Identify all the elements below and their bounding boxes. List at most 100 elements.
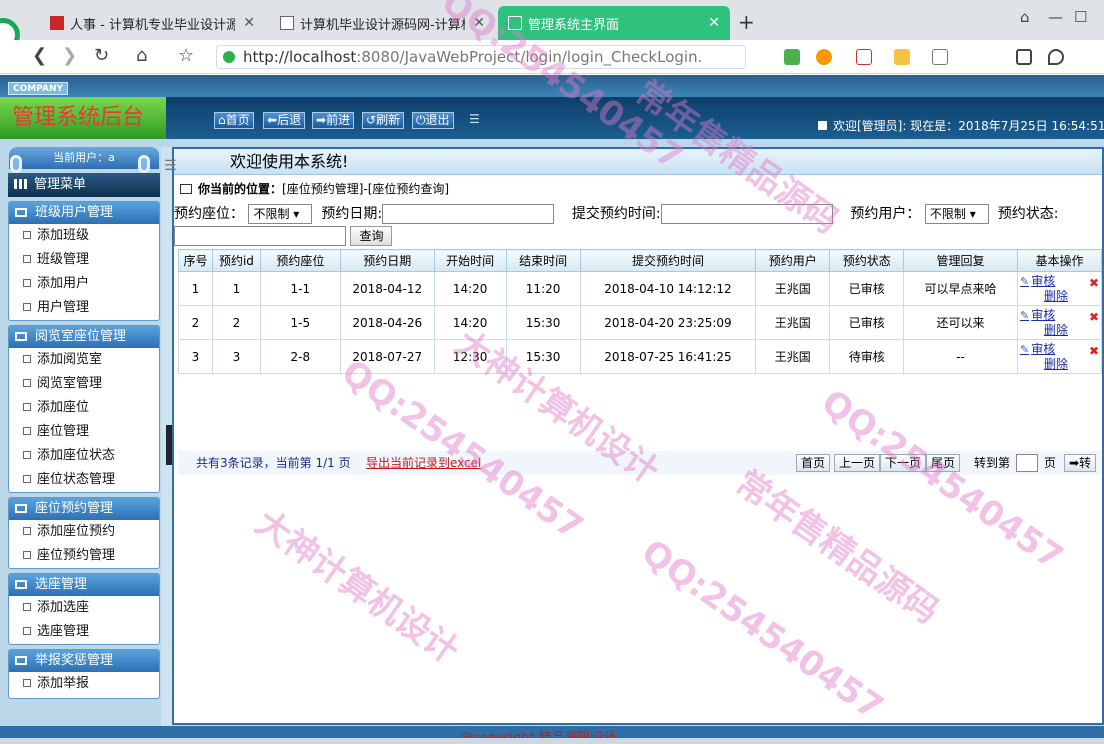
date-input[interactable]: [382, 204, 555, 224]
bullet-icon: [23, 231, 31, 239]
cell: 2018-04-12: [339, 271, 435, 306]
next-page-button[interactable]: 下一页: [880, 454, 927, 472]
minimize-icon[interactable]: —: [1048, 8, 1063, 26]
pin-icon: [138, 155, 150, 173]
menu-item-add-seat[interactable]: 添加座位: [9, 396, 159, 420]
search-form: 预约座位： 不限制 ▾ 预约日期: 提交预约时间: 预约用户： 不限制 ▾ 预约…: [174, 203, 1102, 246]
shirt-icon[interactable]: ⌂: [1020, 8, 1030, 26]
bullet-icon: [23, 255, 31, 263]
browser-tab-active[interactable]: 管理系统主界面 ✕: [498, 6, 730, 40]
reload-icon[interactable]: ↻: [94, 45, 109, 66]
prev-page-button[interactable]: 上一页: [834, 454, 881, 472]
back-icon[interactable]: ❮: [32, 45, 47, 66]
menu-icon[interactable]: [1016, 49, 1032, 65]
menu-item-add-booking[interactable]: 添加座位预约: [9, 520, 159, 544]
close-icon[interactable]: ✕: [473, 15, 485, 31]
status-input[interactable]: [174, 226, 346, 246]
menu-item-add-room[interactable]: 添加阅览室: [9, 348, 159, 372]
goto-page-input[interactable]: [1016, 454, 1038, 472]
menu-item-seat-status-manage[interactable]: 座位状态管理: [9, 468, 159, 492]
menu-group-header[interactable]: 选座管理: [9, 574, 159, 596]
close-icon[interactable]: ✕: [708, 15, 720, 31]
cell: 15:30: [505, 339, 581, 374]
col-header: 预约座位: [259, 249, 341, 272]
pin-icon: [10, 155, 22, 173]
cell: 可以早点来哈: [903, 271, 1018, 306]
delete-link[interactable]: 删除: [1020, 357, 1101, 371]
breadcrumb: 你当前的位置：[座位预约管理]-[座位预约查询]: [180, 179, 1102, 199]
star-icon[interactable]: ☆: [178, 45, 194, 66]
extension-icon[interactable]: [932, 49, 948, 65]
url-input[interactable]: http://localhost:8080/JavaWebProject/log…: [216, 45, 746, 69]
menu-item-add-user[interactable]: 添加用户: [9, 272, 159, 296]
extension-icon[interactable]: [816, 49, 832, 65]
browser-tab-1[interactable]: 人事 - 计算机专业毕业设计源码 ✕: [40, 6, 265, 40]
delete-icon[interactable]: ✖: [1089, 310, 1099, 324]
address-bar-row: ❮ ❯ ↻ ⌂ ☆ http://localhost:8080/JavaWebP…: [0, 40, 1104, 74]
bullet-icon: [23, 303, 31, 311]
menu-group-header[interactable]: 阅览室座位管理: [9, 326, 159, 348]
extension-icon[interactable]: [784, 49, 800, 65]
menu-item-add-class[interactable]: 添加班级: [9, 224, 159, 248]
menu-item-add-seat-status[interactable]: 添加座位状态: [9, 444, 159, 468]
menu-item-add-report[interactable]: 添加举报: [9, 672, 159, 696]
first-page-button[interactable]: 首页: [796, 454, 831, 472]
menu-group-header[interactable]: 座位预约管理: [9, 498, 159, 520]
menu-item-add-select[interactable]: 添加选座: [9, 596, 159, 620]
extension-icon[interactable]: [894, 49, 910, 65]
table-row: 3 3 2-8 2018-07-27 12:30 15:30 2018-07-2…: [178, 339, 1103, 374]
menu-item-seat-manage[interactable]: 座位管理: [9, 420, 159, 444]
home-button[interactable]: ⌂首页: [214, 112, 254, 129]
menu-item-class-manage[interactable]: 班级管理: [9, 248, 159, 272]
menu-item-user-manage[interactable]: 用户管理: [9, 296, 159, 320]
logout-button[interactable]: ⏻退出: [412, 112, 454, 129]
forward-icon[interactable]: ❯: [62, 45, 77, 66]
delete-link[interactable]: 删除: [1020, 323, 1101, 337]
cell: 12:30: [433, 339, 507, 374]
window-icon: [180, 184, 192, 194]
bullet-icon: [23, 427, 31, 435]
delete-icon[interactable]: ✖: [1089, 276, 1099, 290]
col-header: 预约id: [211, 249, 261, 272]
submit-time-input[interactable]: [660, 204, 833, 224]
cell: 2018-04-20 23:25:09: [579, 305, 757, 340]
cell: 待审核: [829, 339, 905, 374]
last-page-button[interactable]: 尾页: [926, 454, 961, 472]
forward-button[interactable]: ➡前进: [312, 112, 355, 129]
new-tab-button[interactable]: +: [738, 10, 755, 34]
table-row: 2 2 1-5 2018-04-26 14:20 15:30 2018-04-2…: [178, 305, 1103, 340]
back-arrow-icon: ⬅: [267, 113, 278, 127]
undo-icon[interactable]: [1048, 49, 1064, 65]
delete-link[interactable]: 删除: [1020, 289, 1101, 303]
refresh-button[interactable]: ↺刷新: [362, 112, 405, 129]
cell: 2018-04-26: [339, 305, 435, 340]
menu-item-select-manage[interactable]: 选座管理: [9, 620, 159, 644]
toolbar-menu-icon[interactable]: ☰: [469, 112, 480, 126]
cell: 2018-04-10 14:12:12: [579, 271, 757, 306]
booking-table: 序号 预约id 预约座位 预约日期 开始时间 结束时间 提交预约时间 预约用户 …: [178, 249, 1103, 374]
go-button[interactable]: ➡转: [1064, 454, 1097, 472]
app-logo: 管理系统后台: [0, 97, 166, 139]
bullet-icon: [23, 679, 31, 687]
menu-group-header[interactable]: 举报奖惩管理: [9, 650, 159, 672]
menu-item-room-manage[interactable]: 阅览室管理: [9, 372, 159, 396]
back-button[interactable]: ⬅后退: [263, 112, 306, 129]
seat-select[interactable]: 不限制 ▾: [248, 204, 313, 224]
delete-icon[interactable]: ✖: [1089, 344, 1099, 358]
cell: 11:20: [505, 271, 581, 306]
menu-group-seat-select: 选座管理 添加选座 选座管理: [8, 573, 160, 645]
query-button[interactable]: 查询: [350, 226, 393, 246]
user-select[interactable]: 不限制 ▾: [924, 204, 989, 224]
browser-tab-2[interactable]: 计算机毕业设计源码网-计算机毕 ✕: [270, 6, 495, 40]
grid-icon: [14, 179, 28, 189]
close-icon[interactable]: ✕: [243, 15, 255, 31]
current-user-label: 当前用户：a: [9, 147, 159, 169]
home-icon[interactable]: ⌂: [136, 45, 147, 66]
menu-item-booking-manage[interactable]: 座位预约管理: [9, 544, 159, 568]
menu-group-header[interactable]: 班级用户管理: [9, 202, 159, 224]
maximize-icon[interactable]: ☐: [1074, 8, 1087, 26]
bullet-icon: [23, 451, 31, 459]
extension-icon[interactable]: [856, 49, 872, 65]
app-frame: COMPANY 管理系统后台 ⌂首页 ⬅后退 ➡前进 ↺刷新 ⏻退出 ☰ 欢迎[…: [0, 75, 1104, 744]
export-excel-link[interactable]: 导出当前记录到excel: [366, 451, 481, 475]
